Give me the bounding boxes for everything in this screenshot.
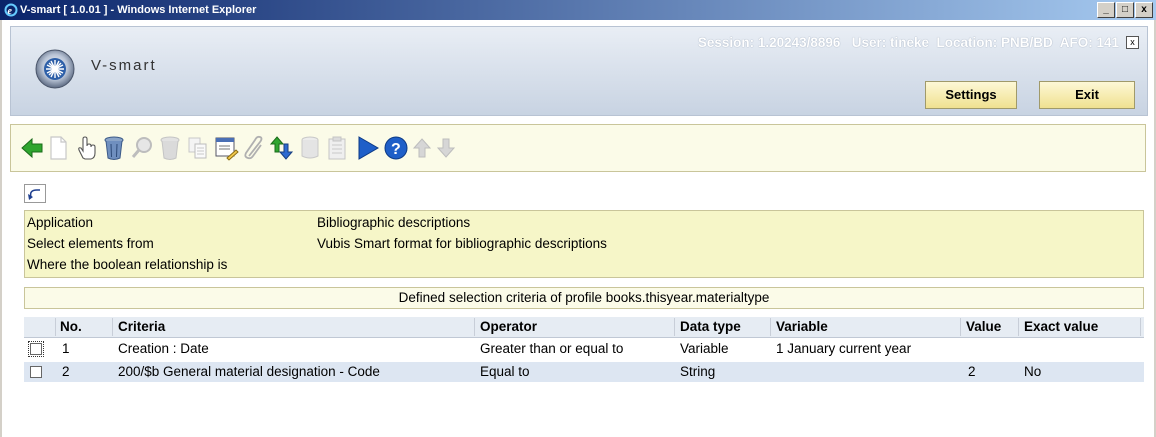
cell-data-type: Variable	[680, 341, 729, 356]
info-label-select-from: Select elements from	[27, 236, 154, 251]
undo-button[interactable]	[24, 184, 46, 203]
col-header-criteria[interactable]: Criteria	[118, 317, 165, 337]
toolbar: ?	[10, 124, 1146, 172]
help-icon[interactable]: ?	[383, 134, 409, 162]
table-row[interactable]: 1 Creation : Date Greater than or equal …	[24, 339, 1144, 359]
maximize-button[interactable]: □	[1116, 2, 1134, 18]
cell-exact-value: No	[1024, 364, 1042, 379]
cell-no: 2	[62, 364, 70, 379]
close-window-button[interactable]: x	[1135, 2, 1153, 18]
cell-criteria: 200/$b General material designation - Co…	[118, 364, 380, 379]
cell-data-type: String	[680, 364, 716, 379]
new-document-icon[interactable]	[45, 134, 71, 162]
svg-text:?: ?	[391, 141, 401, 158]
col-header-value[interactable]: Value	[966, 317, 1001, 337]
search-magnifier-icon[interactable]	[129, 134, 155, 162]
brand-name: V-smart	[91, 57, 157, 74]
info-value-application: Bibliographic descriptions	[317, 215, 471, 230]
selection-info-panel: Application Bibliographic descriptions S…	[24, 210, 1144, 278]
cell-no: 1	[62, 341, 70, 356]
info-label-application: Application	[27, 215, 94, 230]
session-info: Session: 1.20243/8896 User: tineke Locat…	[697, 35, 1119, 50]
row-checkbox[interactable]	[30, 366, 42, 378]
row-checkbox[interactable]	[28, 341, 44, 357]
info-value-select-from: Vubis Smart format for bibliographic des…	[317, 236, 607, 251]
vsmart-logo-icon	[35, 49, 75, 89]
app-header: V-smart Session: 1.20243/8896 User: tine…	[10, 26, 1148, 116]
database-icon[interactable]	[297, 134, 323, 162]
clipboard-icon[interactable]	[325, 134, 351, 162]
exit-button[interactable]: Exit	[1039, 81, 1135, 109]
cell-operator: Equal to	[480, 364, 530, 379]
info-label-boolean: Where the boolean relationship is	[27, 257, 228, 272]
back-arrow-icon[interactable]	[19, 134, 45, 162]
cell-value: 2	[968, 364, 976, 379]
cell-criteria: Creation : Date	[118, 341, 209, 356]
cell-operator: Greater than or equal to	[480, 341, 624, 356]
down-arrow-icon[interactable]	[433, 134, 459, 162]
col-header-operator[interactable]: Operator	[480, 317, 537, 337]
copy-icon[interactable]	[185, 134, 211, 162]
trash-disabled-icon[interactable]	[157, 134, 183, 162]
sort-arrows-icon[interactable]	[269, 134, 295, 162]
hand-select-icon[interactable]	[73, 134, 99, 162]
criteria-title: Defined selection criteria of profile bo…	[24, 287, 1144, 309]
col-header-no[interactable]: No.	[60, 317, 82, 337]
close-session-icon[interactable]: x	[1126, 36, 1139, 49]
undo-arrow-icon	[28, 189, 40, 200]
cell-variable: 1 January current year	[776, 341, 912, 356]
svg-text:e: e	[8, 6, 13, 17]
run-play-icon[interactable]	[355, 134, 381, 162]
ie-icon: e	[4, 3, 18, 17]
col-header-data-type[interactable]: Data type	[680, 317, 741, 337]
up-arrow-icon[interactable]	[409, 134, 435, 162]
table-row[interactable]: 2 200/$b General material designation - …	[24, 362, 1144, 382]
col-header-exact-value[interactable]: Exact value	[1024, 317, 1098, 337]
settings-button[interactable]: Settings	[925, 81, 1017, 109]
col-header-variable[interactable]: Variable	[776, 317, 828, 337]
window-title: V-smart [ 1.0.01 ] - Windows Internet Ex…	[20, 4, 257, 16]
delete-trash-icon[interactable]	[101, 134, 127, 162]
edit-form-icon[interactable]	[213, 134, 239, 162]
attach-clip-icon[interactable]	[241, 134, 267, 162]
window-titlebar: e V-smart [ 1.0.01 ] - Windows Internet …	[0, 0, 1156, 20]
minimize-button[interactable]: _	[1097, 2, 1115, 18]
table-header: No. Criteria Operator Data type Variable…	[24, 317, 1144, 338]
